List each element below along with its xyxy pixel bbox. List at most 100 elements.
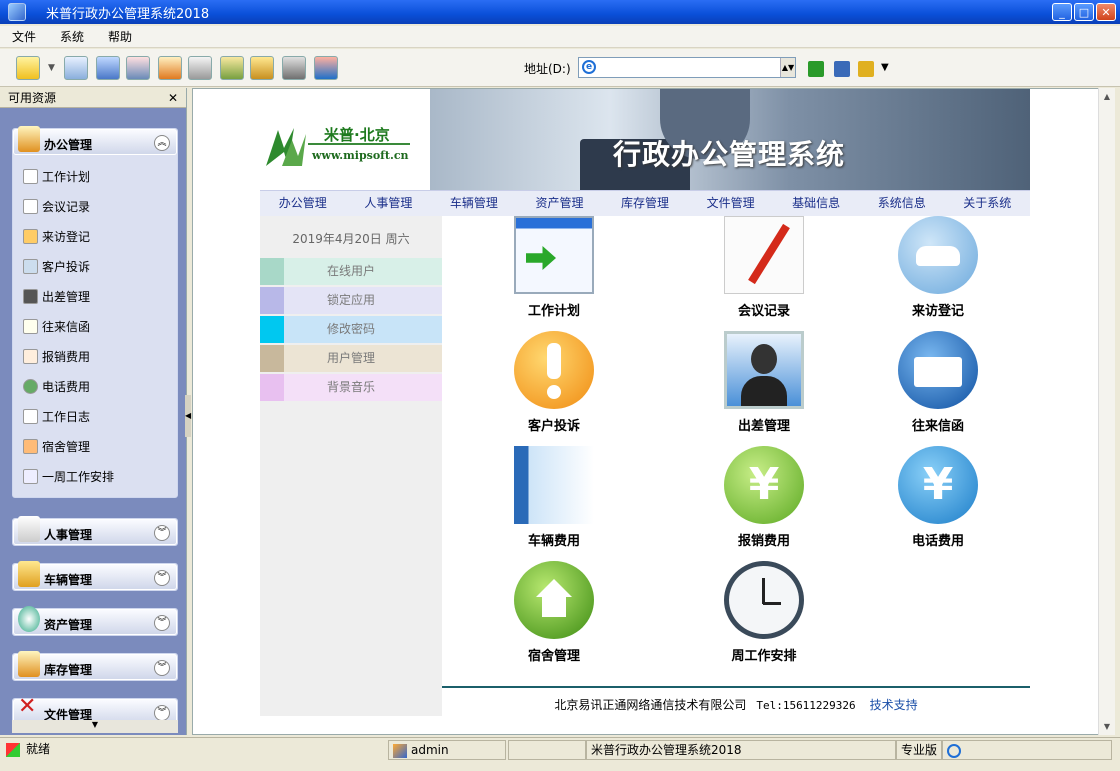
menu-file[interactable]: 文件 [12,28,36,45]
print-icon[interactable] [188,56,212,80]
clock-icon [724,561,804,639]
expand-icon[interactable]: ︾ [154,705,170,721]
sidebar-body: 办公管理 ︽ 工作计划 会议记录 来访登记 客户投诉 出差管理 往来信函 报销费… [0,108,186,735]
yen-green-icon: ¥ [724,446,804,524]
nav-office[interactable]: 办公管理 [260,191,346,216]
person-icon [23,288,38,304]
nav-hr[interactable]: 人事管理 [346,191,432,216]
sidebar-group-office: 办公管理 ︽ 工作计划 会议记录 来访登记 客户投诉 出差管理 往来信函 报销费… [12,126,178,498]
app-reimburse[interactable]: ¥ 报销费用 [704,446,814,556]
open-icon[interactable] [16,56,40,80]
main-content: 米普·北京 www.mipsoft.cn 行政办公管理系统 办公管理 人事管理 … [192,88,1107,735]
close-button[interactable]: ✕ [1096,3,1116,21]
sidebar-group-vehicle[interactable]: 车辆管理 ︾ [12,561,178,591]
expand-icon[interactable]: ︾ [154,615,170,631]
lock-icon[interactable] [250,56,274,80]
sidebar-item-complaint[interactable]: 客户投诉 [23,256,90,276]
sidebar-item-phone-fee[interactable]: 电话费用 [23,376,90,396]
app-meeting[interactable]: 会议记录 [704,216,814,326]
change-password-link[interactable]: 修改密码 [260,316,442,343]
address-dropdown-button[interactable]: ▲▼ [780,58,795,77]
group-header-office[interactable]: 办公管理 ︽ [13,126,177,155]
user-icon[interactable] [282,56,306,80]
scroll-up-icon[interactable]: ▲ [1099,88,1115,105]
favorites-icon[interactable] [858,61,874,77]
scroll-down-icon[interactable]: ▼ [1099,718,1115,735]
app-work-plan[interactable]: 工作计划 [494,216,604,326]
list-icon[interactable] [64,56,88,80]
sidebar-scroll-down[interactable]: ▼ [12,720,178,733]
app-complaint[interactable]: 客户投诉 [494,331,604,441]
sidebar-item-work-log[interactable]: 工作日志 [23,406,90,426]
nav-inventory[interactable]: 库存管理 [602,191,688,216]
app-weekly[interactable]: 周工作安排 [704,561,814,671]
status-ready: 就绪 [2,740,386,760]
mipsoft-logo-icon [266,128,306,166]
home-icon[interactable] [158,56,182,80]
nav-about[interactable]: 关于系统 [945,191,1031,216]
sidebar-collapse-handle[interactable]: ◀ [185,395,191,437]
status-empty [508,740,586,760]
favorites-dropdown-icon[interactable]: ▼ [881,62,889,73]
top-nav: 办公管理 人事管理 车辆管理 资产管理 库存管理 文件管理 基础信息 系统信息 … [260,190,1030,216]
nav-vehicle[interactable]: 车辆管理 [431,191,517,216]
sidebar-item-trip[interactable]: 出差管理 [23,286,90,306]
app-dorm[interactable]: 宿舍管理 [494,561,604,671]
app-visitor[interactable]: 来访登记 [878,216,988,326]
folder-arrow-icon [23,228,38,244]
address-label: 地址(D:) [524,62,571,76]
nav-assets[interactable]: 资产管理 [517,191,603,216]
sidebar-group-hr[interactable]: 人事管理 ︾ [12,516,178,546]
user-management-link[interactable]: 用户管理 [260,345,442,372]
expand-icon[interactable]: ︾ [154,660,170,676]
home-icon [18,651,40,677]
exit-icon[interactable] [314,56,338,80]
monitor-icon[interactable] [834,61,850,77]
folder-arrow-icon [18,561,40,587]
nav-files[interactable]: 文件管理 [688,191,774,216]
x-icon: ✕ [18,694,37,719]
sidebar-group-inventory[interactable]: 库存管理 ︾ [12,651,178,681]
address-input[interactable] [578,57,796,78]
nav-basic-info[interactable]: 基础信息 [773,191,859,216]
menu-system[interactable]: 系统 [60,28,84,45]
open-dropdown-icon[interactable]: ▼ [48,63,55,73]
nav-system-info[interactable]: 系统信息 [859,191,945,216]
yen-blue-icon: ¥ [898,446,978,524]
receipt-icon [23,348,38,364]
clipboard-icon [18,516,40,542]
office-group-icon [18,126,40,152]
sidebar-item-dorm[interactable]: 宿舍管理 [23,436,90,456]
go-icon[interactable] [808,61,824,77]
expand-icon[interactable]: ︾ [154,525,170,541]
sidebar-item-work-plan[interactable]: 工作计划 [23,166,90,186]
online-users-link[interactable]: 在线用户 [260,258,442,285]
sidebar-close-icon[interactable]: ✕ [168,91,178,105]
app-letters[interactable]: 往来信函 [878,331,988,441]
app-vehicle-fee[interactable]: 车辆费用 [494,446,604,556]
maximize-button[interactable]: □ [1074,3,1094,21]
sidebar-item-reimburse[interactable]: 报销费用 [23,346,90,366]
lock-app-link[interactable]: 锁定应用 [260,287,442,314]
sidebar-item-letters[interactable]: 往来信函 [23,316,90,336]
report-icon[interactable] [126,56,150,80]
sidebar-item-visitor[interactable]: 来访登记 [23,226,90,246]
support-link[interactable]: 技术支持 [870,698,918,712]
tools-icon[interactable] [220,56,244,80]
status-user: admin [388,740,506,760]
sidebar-item-meeting[interactable]: 会议记录 [23,196,90,216]
sidebar-item-weekly[interactable]: 一周工作安排 [23,466,114,486]
menu-help[interactable]: 帮助 [108,28,132,45]
expand-icon[interactable]: ︾ [154,570,170,586]
background-music-link[interactable]: 背景音乐 [260,374,442,401]
map-icon[interactable] [96,56,120,80]
sidebar-group-assets[interactable]: 资产管理 ︾ [12,606,178,636]
log-icon [23,408,38,424]
content-scrollbar[interactable]: ▲ ▼ [1098,88,1115,735]
app-phone-fee[interactable]: ¥ 电话费用 [878,446,988,556]
minimize-button[interactable]: _ [1052,3,1072,21]
app-trip[interactable]: 出差管理 [704,331,814,441]
collapse-icon[interactable]: ︽ [154,135,170,151]
sidebar-header: 可用资源 ✕ [0,88,186,108]
app-icon [8,3,26,21]
